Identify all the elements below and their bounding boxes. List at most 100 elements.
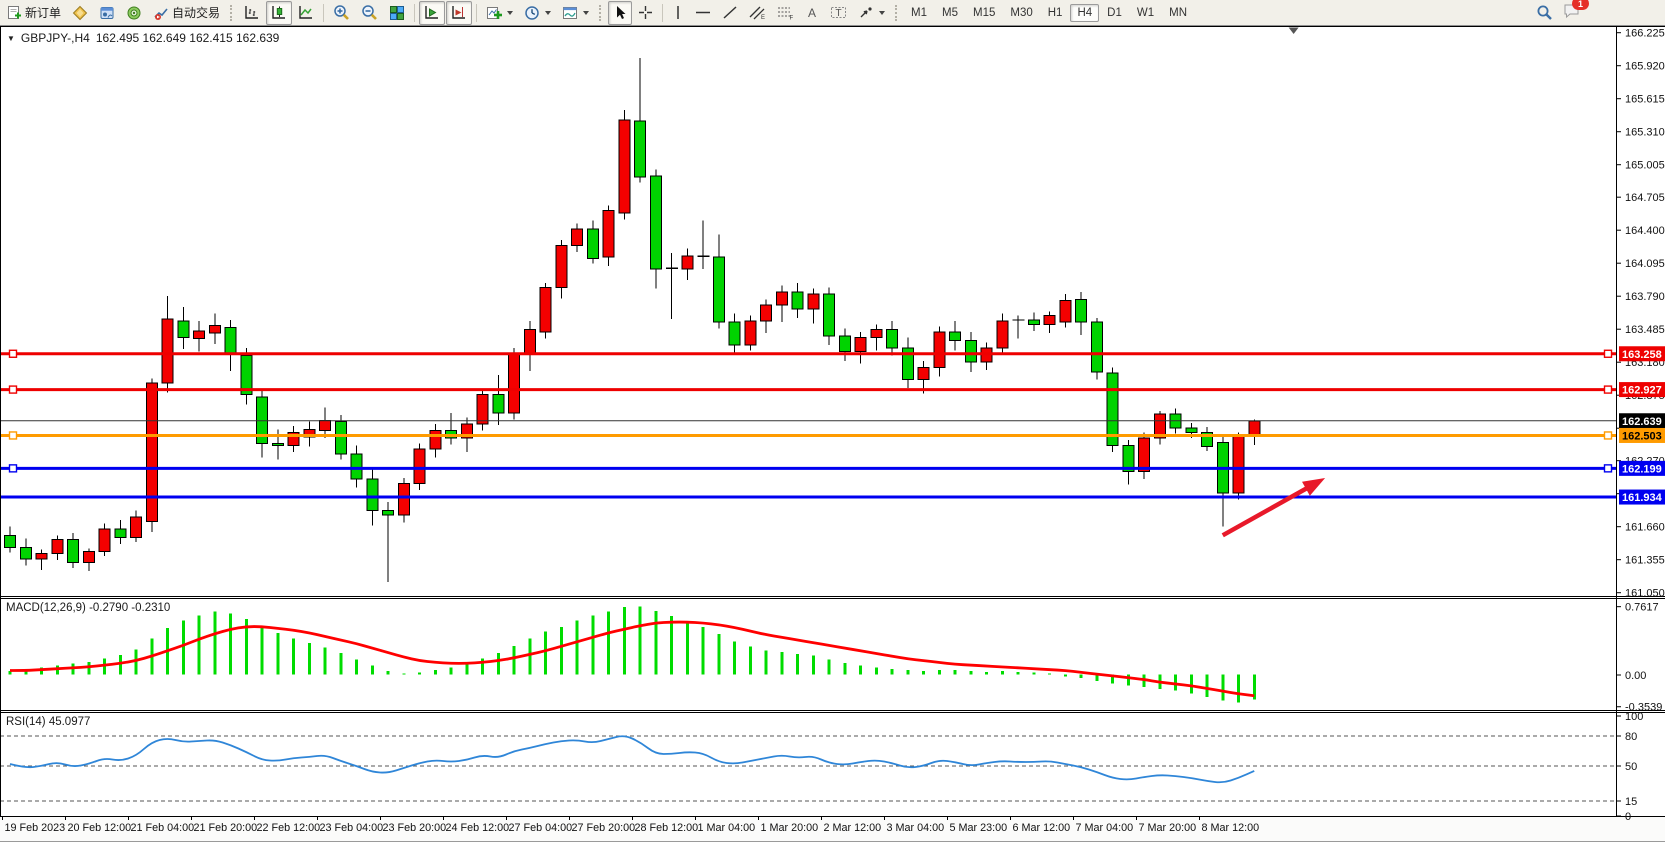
candle-body — [493, 395, 504, 413]
macd-tick-label: 0.7617 — [1625, 601, 1659, 613]
data-window-button[interactable] — [94, 1, 120, 25]
macd-histogram-bar — [1064, 675, 1067, 677]
macd-histogram-bar — [891, 669, 894, 674]
periods-button[interactable] — [519, 1, 556, 25]
macd-histogram-bar — [371, 666, 374, 675]
notifications-button[interactable]: 1 — [1563, 3, 1581, 22]
candle-body — [99, 529, 110, 552]
line-chart-icon — [298, 5, 314, 20]
toolbar-separator — [476, 4, 477, 22]
text-label-button[interactable]: T — [825, 1, 852, 25]
vertical-line-button[interactable] — [667, 1, 689, 25]
indicators-icon — [486, 5, 502, 21]
new-order-button[interactable]: 新订单 — [2, 1, 66, 25]
chart-shift-button[interactable] — [446, 1, 472, 25]
macd-histogram-bar — [434, 670, 437, 674]
candle-body — [587, 229, 598, 258]
candle-body — [146, 383, 157, 522]
auto-trading-button[interactable]: 自动交易 — [148, 1, 225, 25]
line-handle[interactable] — [10, 350, 17, 357]
candle-body — [713, 257, 724, 322]
timeframe-M30[interactable]: M30 — [1003, 4, 1039, 22]
price-label-text: 162.927 — [1622, 385, 1662, 397]
cursor-button[interactable] — [608, 1, 632, 25]
macd-histogram-bar — [182, 621, 185, 675]
time-tick-label: 20 Feb 12:00 — [68, 822, 132, 834]
timeframe-M15[interactable]: M15 — [966, 4, 1002, 22]
line-handle[interactable] — [1605, 465, 1612, 472]
time-tick-label: 8 Mar 12:00 — [1202, 822, 1260, 834]
rsi-tick-label: 0 — [1625, 811, 1631, 823]
timeframe-MN[interactable]: MN — [1162, 4, 1194, 22]
macd-histogram-bar — [1237, 675, 1240, 703]
fibonacci-button[interactable]: F — [772, 1, 799, 25]
candle-body — [225, 328, 236, 355]
arrows-icon — [858, 5, 874, 20]
navigator-icon — [126, 5, 142, 21]
line-handle[interactable] — [10, 386, 17, 393]
zoom-in-button[interactable] — [328, 1, 355, 25]
macd-histogram-bar — [1048, 674, 1051, 675]
arrows-button[interactable] — [853, 1, 890, 25]
line-handle[interactable] — [1605, 432, 1612, 439]
notification-badge: 1 — [1572, 0, 1589, 10]
toolbar: 新订单 自动交易 — [0, 0, 1665, 26]
time-tick-label: 23 Feb 04:00 — [320, 822, 384, 834]
market-watch-button[interactable] — [67, 1, 93, 25]
line-handle[interactable] — [10, 432, 17, 439]
candle-body — [272, 443, 283, 445]
periods-icon — [524, 5, 540, 21]
navigator-button[interactable] — [121, 1, 147, 25]
equidistant-channel-button[interactable]: E — [744, 1, 771, 25]
horizontal-line-button[interactable] — [690, 1, 716, 25]
price-label-text: 162.639 — [1622, 416, 1662, 428]
line-handle[interactable] — [1605, 386, 1612, 393]
macd-histogram-bar — [733, 641, 736, 674]
macd-histogram-bar — [1080, 675, 1083, 679]
time-tick-label: 7 Mar 20:00 — [1139, 822, 1197, 834]
line-chart-button[interactable] — [293, 1, 319, 25]
new-order-label: 新订单 — [25, 4, 61, 21]
bar-chart-button[interactable] — [239, 1, 265, 25]
quote-dropdown-icon[interactable]: ▼ — [7, 34, 15, 43]
timeframe-M5[interactable]: M5 — [935, 4, 965, 22]
time-tick-label: 7 Mar 04:00 — [1076, 822, 1134, 834]
tile-windows-button[interactable] — [384, 1, 410, 25]
text-button[interactable]: A — [800, 1, 824, 25]
candle-body — [1044, 316, 1055, 325]
chevron-down-icon — [879, 11, 885, 15]
candle-body — [745, 321, 756, 345]
line-handle[interactable] — [1605, 350, 1612, 357]
line-handle[interactable] — [10, 465, 17, 472]
templates-button[interactable] — [557, 1, 594, 25]
timeframe-W1[interactable]: W1 — [1130, 4, 1161, 22]
candlestick-chart-button[interactable] — [266, 1, 292, 25]
auto-scroll-button[interactable] — [419, 1, 445, 25]
indicators-button[interactable] — [481, 1, 518, 25]
candle-body — [887, 330, 898, 348]
macd-histogram-bar — [828, 659, 831, 674]
time-tick-label: 2 Mar 12:00 — [824, 822, 882, 834]
macd-histogram-bar — [528, 639, 531, 675]
timeframe-M1[interactable]: M1 — [904, 4, 934, 22]
price-tick-label: 165.005 — [1625, 160, 1665, 172]
search-icon[interactable] — [1536, 4, 1553, 21]
candle-body — [367, 479, 378, 510]
toolbar-separator — [599, 5, 603, 21]
timeframe-H4[interactable]: H4 — [1070, 4, 1099, 22]
candle-body — [1186, 428, 1197, 432]
macd-histogram-bar — [623, 607, 626, 674]
macd-histogram-bar — [1017, 672, 1020, 675]
macd-histogram-bar — [339, 653, 342, 675]
price-label-text: 161.934 — [1622, 492, 1663, 504]
trendline-button[interactable] — [717, 1, 743, 25]
toolbar-separator — [230, 5, 234, 21]
crosshair-button[interactable] — [633, 1, 658, 25]
zoom-out-button[interactable] — [356, 1, 383, 25]
timeframe-D1[interactable]: D1 — [1100, 4, 1129, 22]
market-watch-icon — [72, 5, 88, 21]
chart-canvas[interactable]: 166.225165.920165.615165.310165.005164.7… — [0, 26, 1665, 842]
macd-histogram-bar — [922, 671, 925, 675]
candle-body — [320, 421, 331, 431]
timeframe-H1[interactable]: H1 — [1041, 4, 1070, 22]
